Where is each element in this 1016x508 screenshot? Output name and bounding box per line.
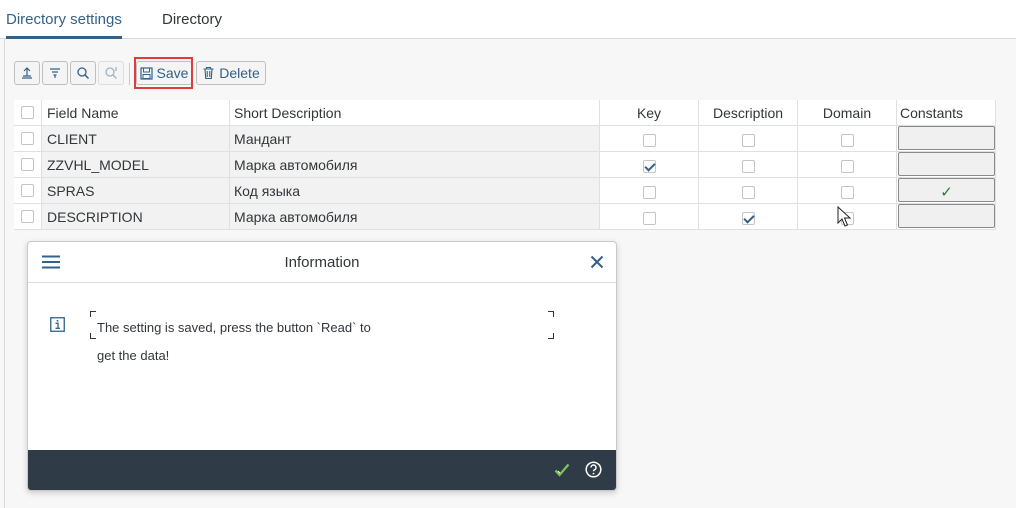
short-description-cell: Мандант — [230, 126, 600, 151]
description-cell — [699, 204, 798, 229]
constants-cell: ✓ — [897, 178, 996, 203]
delete-button[interactable]: Delete — [196, 61, 266, 85]
select-all-checkbox[interactable] — [21, 106, 34, 119]
constants-button[interactable]: ✓ — [898, 178, 995, 202]
key-checkbox[interactable] — [642, 133, 656, 147]
description-cell — [699, 126, 798, 151]
constants-check-icon: ✓ — [940, 184, 953, 201]
table-row[interactable]: ZZVHL_MODEL Марка автомобиля — [14, 152, 996, 178]
focus-bracket — [90, 333, 96, 339]
description-checkbox[interactable] — [741, 211, 755, 225]
domain-checkbox[interactable] — [840, 159, 854, 173]
constants-button[interactable] — [898, 204, 995, 228]
field-name-cell: DESCRIPTION — [42, 204, 230, 229]
row-select-cell — [14, 178, 42, 203]
field-name-cell: CLIENT — [42, 126, 230, 151]
confirm-check-icon[interactable] — [554, 462, 570, 478]
key-cell — [600, 126, 699, 151]
dialog-footer — [28, 450, 616, 490]
table-header: Field Name Short Description Key Descrip… — [14, 100, 996, 126]
key-cell — [600, 152, 699, 177]
search-icon — [77, 67, 90, 80]
focus-bracket — [90, 311, 96, 317]
domain-cell — [798, 126, 897, 151]
dialog-header: Information — [28, 242, 616, 283]
constants-button[interactable] — [898, 126, 995, 150]
tab-directory[interactable]: Directory — [162, 0, 222, 38]
row-select-cell — [14, 126, 42, 151]
row-select-checkbox[interactable] — [21, 184, 34, 197]
tab-directory-settings[interactable]: Directory settings — [6, 0, 122, 39]
key-checkbox[interactable] — [642, 211, 656, 225]
constants-cell — [897, 152, 996, 177]
domain-cell — [798, 152, 897, 177]
domain-checkbox[interactable] — [840, 185, 854, 199]
trash-icon — [203, 66, 214, 80]
description-cell — [699, 152, 798, 177]
search-next-icon — [105, 67, 117, 79]
description-cell — [699, 178, 798, 203]
find-button[interactable] — [70, 61, 96, 85]
focus-bracket — [548, 333, 554, 339]
row-select-cell — [14, 204, 42, 229]
dialog-message-line-2: get the data! — [97, 348, 170, 363]
short-description-cell: Марка автомобиля — [230, 204, 600, 229]
key-checkbox[interactable] — [642, 185, 656, 199]
filter-icon — [50, 68, 60, 78]
domain-checkbox[interactable] — [840, 133, 854, 147]
row-select-checkbox[interactable] — [21, 158, 34, 171]
sort-ascending-icon — [22, 67, 32, 79]
toolbar-separator — [129, 63, 130, 85]
information-dialog: Information The setting is saved, press … — [27, 241, 617, 491]
dialog-message: The setting is saved, press the button `… — [97, 314, 387, 370]
row-select-checkbox[interactable] — [21, 210, 34, 223]
column-header-domain[interactable]: Domain — [798, 100, 897, 125]
help-icon[interactable] — [585, 461, 602, 478]
select-all-cell[interactable] — [14, 100, 42, 125]
filter-button[interactable] — [42, 61, 68, 85]
info-icon — [50, 317, 65, 332]
description-checkbox[interactable] — [741, 159, 755, 173]
short-description-cell: Марка автомобиля — [230, 152, 600, 177]
key-cell — [600, 178, 699, 203]
row-select-cell — [14, 152, 42, 177]
description-checkbox[interactable] — [741, 185, 755, 199]
column-header-key[interactable]: Key — [600, 100, 699, 125]
column-header-description[interactable]: Description — [699, 100, 798, 125]
dialog-message-line-1: The setting is saved, press the button `… — [97, 320, 371, 335]
row-select-checkbox[interactable] — [21, 132, 34, 145]
key-checkbox[interactable] — [642, 159, 656, 173]
focus-bracket — [548, 311, 554, 317]
constants-button[interactable] — [898, 152, 995, 176]
field-name-cell: SPRAS — [42, 178, 230, 203]
column-header-constants[interactable]: Constants — [897, 100, 996, 125]
find-next-button[interactable] — [98, 61, 124, 85]
key-cell — [600, 204, 699, 229]
close-icon[interactable] — [590, 255, 604, 269]
left-border — [4, 39, 5, 508]
field-name-cell: ZZVHL_MODEL — [42, 152, 230, 177]
description-checkbox[interactable] — [741, 133, 755, 147]
mouse-cursor-icon — [837, 206, 851, 227]
dialog-title: Information — [284, 254, 360, 271]
sort-ascending-button[interactable] — [14, 61, 40, 85]
delete-label: Delete — [219, 65, 260, 81]
table-row[interactable]: SPRAS Код языка ✓ — [14, 178, 996, 204]
column-header-field-name[interactable]: Field Name — [42, 100, 230, 125]
column-header-short-description[interactable]: Short Description — [230, 100, 600, 125]
save-button-highlight — [134, 57, 193, 89]
table-row[interactable]: CLIENT Мандант — [14, 126, 996, 152]
tab-bar: Directory settings Directory — [0, 0, 1016, 39]
constants-cell — [897, 204, 996, 229]
short-description-cell: Код языка — [230, 178, 600, 203]
constants-cell — [897, 126, 996, 151]
domain-cell — [798, 178, 897, 203]
